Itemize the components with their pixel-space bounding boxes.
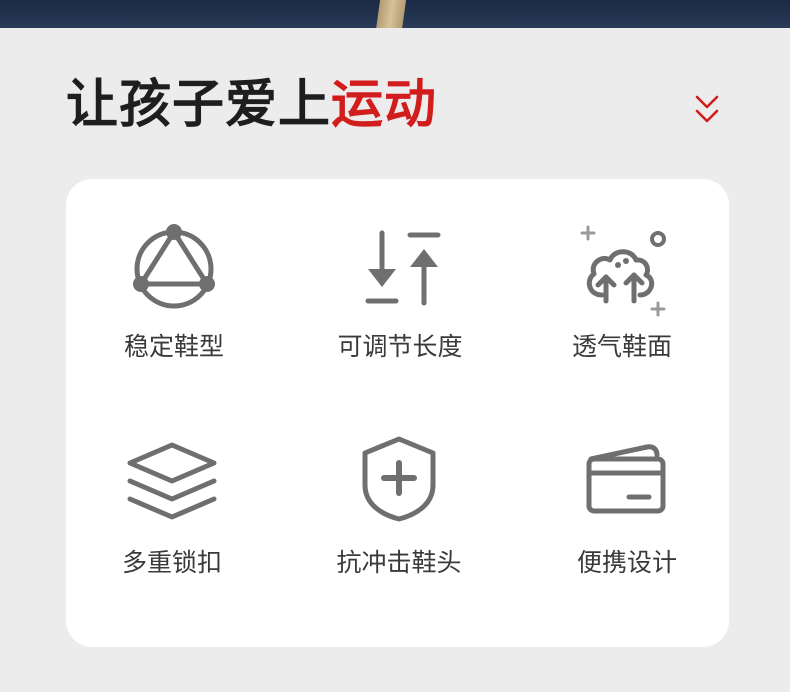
hero-image-strip [0, 0, 790, 30]
shield-plus-icon [349, 435, 449, 535]
feature-label: 多重锁扣 [121, 548, 222, 577]
feature-label: 稳定鞋型 [123, 332, 224, 361]
breathable-tree-icon [572, 219, 672, 319]
feature-stable-shape: 稳定鞋型 [74, 219, 274, 399]
layers-icon [122, 435, 222, 535]
feature-adjustable-length: 可调节长度 [300, 219, 500, 399]
feature-label: 透气鞋面 [571, 332, 672, 361]
feature-label: 便携设计 [576, 548, 677, 577]
feature-label: 抗冲击鞋头 [336, 548, 462, 577]
page-title: 让孩子爱上运动 [66, 74, 437, 136]
feature-portable: 便携设计 [527, 435, 727, 615]
feature-label: 可调节长度 [337, 332, 463, 361]
features-card: 稳定鞋型 可调节长度 透气鞋面 多重锁扣 抗冲击鞋头 便携设计 [66, 179, 729, 647]
hero-image-road [375, 0, 407, 30]
wallet-icon [577, 435, 677, 535]
triangle-stability-icon [124, 219, 224, 319]
feature-multi-lock: 多重锁扣 [72, 435, 272, 615]
adjust-length-icon [350, 219, 450, 319]
title-part-1: 让孩子爱上 [66, 75, 332, 135]
feature-impact-toe: 抗冲击鞋头 [299, 435, 499, 615]
double-chevron-down-icon[interactable] [694, 94, 720, 128]
feature-breathable-upper: 透气鞋面 [522, 219, 722, 399]
title-part-2: 运动 [331, 75, 438, 135]
